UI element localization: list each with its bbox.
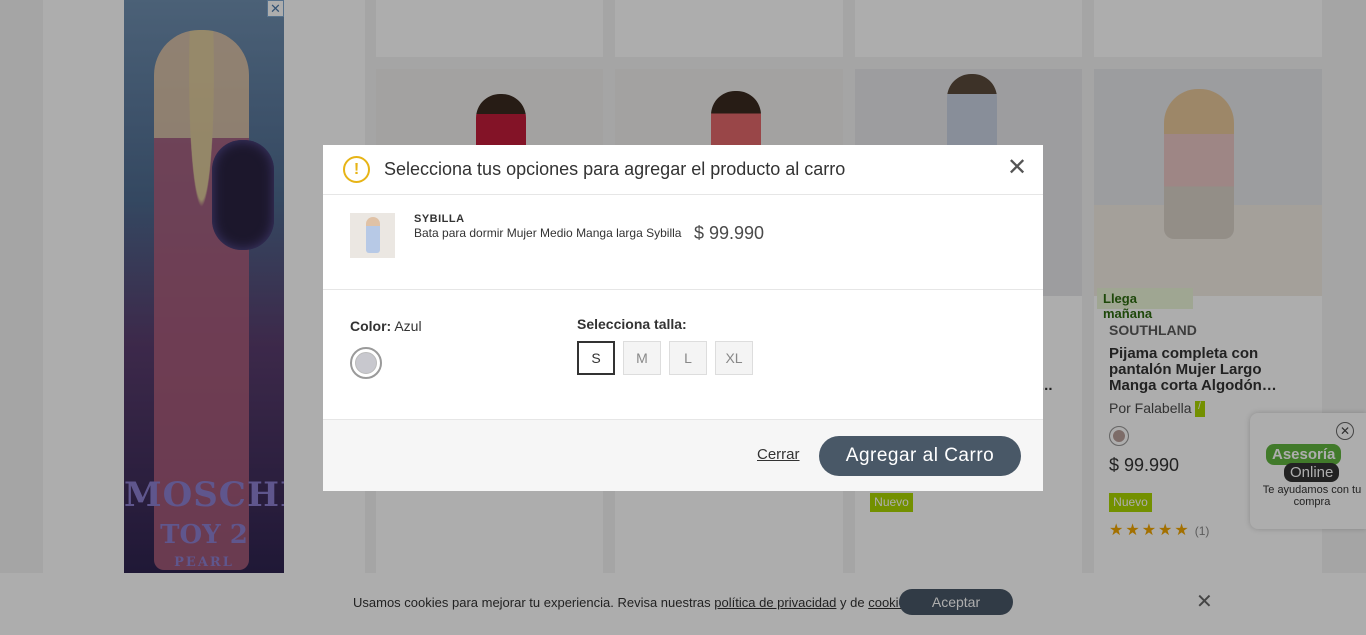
product-name: Bata para dormir Mujer Medio Manga larga…: [414, 226, 682, 240]
add-to-cart-button[interactable]: Agregar al Carro: [819, 436, 1021, 476]
add-to-cart-modal: ! Selecciona tus opciones para agregar e…: [323, 145, 1043, 491]
close-link-button[interactable]: Cerrar: [757, 446, 800, 463]
product-options: Color: Azul Selecciona talla: S M L XL: [323, 290, 1043, 420]
size-label: Selecciona talla:: [577, 316, 687, 332]
size-option-m[interactable]: M: [623, 341, 661, 375]
color-value: Azul: [394, 318, 422, 334]
modal-footer: Cerrar Agregar al Carro: [323, 420, 1043, 491]
product-price: $ 99.990: [694, 223, 765, 243]
close-icon[interactable]: ✕: [1007, 156, 1027, 180]
size-option-l[interactable]: L: [669, 341, 707, 375]
color-swatch-selected[interactable]: [350, 347, 382, 379]
product-brand: SYBILLA: [414, 213, 465, 225]
color-label-key: Color:: [350, 318, 392, 334]
size-options: S M L XL: [577, 341, 753, 375]
size-option-s[interactable]: S: [577, 341, 615, 375]
modal-header: ! Selecciona tus opciones para agregar e…: [323, 145, 1043, 195]
product-summary: SYBILLA Bata para dormir Mujer Medio Man…: [323, 195, 1043, 290]
size-option-xl[interactable]: XL: [715, 341, 753, 375]
modal-title: Selecciona tus opciones para agregar el …: [384, 159, 846, 179]
color-swatch-fill: [355, 352, 377, 374]
thumbnail-figure: [366, 217, 380, 253]
product-thumbnail: [350, 213, 395, 258]
warning-icon: !: [343, 156, 370, 183]
color-label: Color: Azul: [350, 318, 422, 334]
